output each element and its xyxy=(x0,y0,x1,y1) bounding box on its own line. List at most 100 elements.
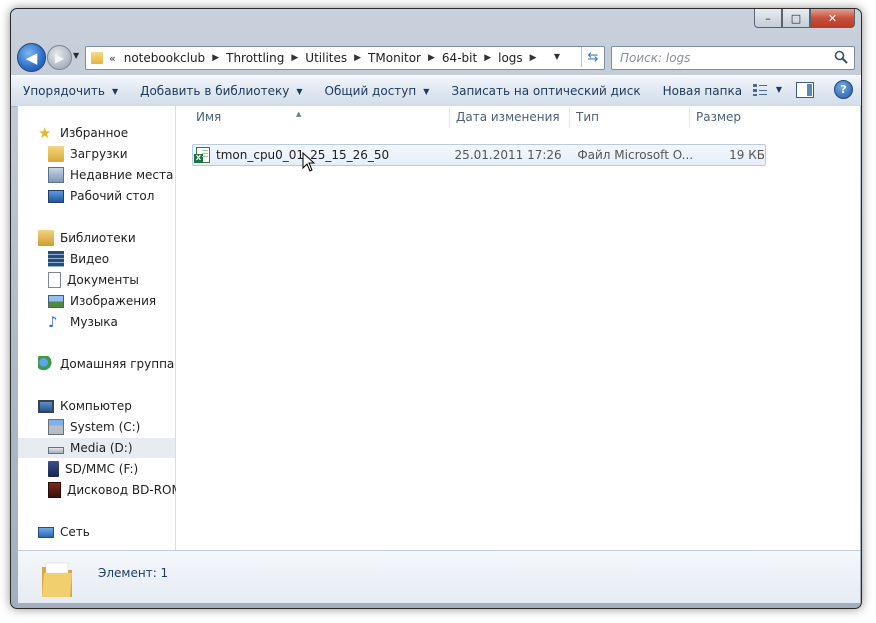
sidebar-item-label: Дисковод BD-ROM xyxy=(67,483,182,497)
sidebar-item-label: System (C:) xyxy=(70,420,141,434)
drive-c-icon xyxy=(48,419,64,435)
share-button[interactable]: Общий доступ ▼ xyxy=(325,84,430,98)
minimize-button[interactable]: – xyxy=(754,9,782,28)
search-input[interactable]: Поиск: logs xyxy=(611,46,855,70)
libraries-icon xyxy=(38,230,54,246)
sidebar-item-libraries[interactable]: Библиотеки xyxy=(38,228,195,248)
details-pane: Элемент: 1 xyxy=(18,550,860,603)
file-row[interactable]: tmon_cpu0_01_25_15_26_50 25.01.2011 17:2… xyxy=(192,144,766,166)
breadcrumb-item[interactable]: Utilites xyxy=(305,51,347,65)
view-dropdown-icon[interactable]: ▼ xyxy=(776,85,782,94)
close-button[interactable]: ✕ xyxy=(810,9,855,28)
folder-icon xyxy=(91,52,103,64)
file-name-cell: tmon_cpu0_01_25_15_26_50 xyxy=(193,145,452,165)
breadcrumb-chevron-icon[interactable]: ▶ xyxy=(484,53,491,63)
preview-pane-icon[interactable] xyxy=(796,81,814,98)
file-size: 19 КБ xyxy=(729,148,765,162)
back-button[interactable]: ◀ xyxy=(17,43,46,72)
column-header-date[interactable]: Дата изменения xyxy=(450,106,570,128)
address-dropdown-icon[interactable]: ▼ xyxy=(554,52,560,61)
sidebar-item-label: Компьютер xyxy=(60,399,132,413)
new-folder-button[interactable]: Новая папка xyxy=(663,84,742,98)
sidebar-item-label: Загрузки xyxy=(70,147,128,161)
sidebar-item-label: SD/MMC (F:) xyxy=(65,462,139,476)
sidebar-item-label: Библиотеки xyxy=(60,231,136,245)
column-header-label: Дата изменения xyxy=(456,110,560,124)
breadcrumb-chevron-icon[interactable]: ▶ xyxy=(291,53,298,63)
column-header-label: Размер xyxy=(696,110,742,124)
sidebar-item-label: Сеть xyxy=(60,525,90,539)
column-header-type[interactable]: Тип xyxy=(570,106,690,128)
column-header-label: Имя xyxy=(196,110,222,124)
navigation-pane: ★ Избранное Загрузки Недавние места Рабо… xyxy=(18,106,182,550)
view-controls: ▼ ? xyxy=(752,80,853,99)
search-icon[interactable] xyxy=(834,50,848,64)
downloads-icon xyxy=(48,146,64,162)
sidebar-item-label: Media (D:) xyxy=(70,441,133,455)
caption-buttons: – □ ✕ xyxy=(754,9,855,29)
documents-icon xyxy=(48,272,61,288)
music-icon: ♪ xyxy=(48,313,58,331)
explorer-window: – □ ✕ ◀ ▶ ▼ « notebookclub ▶ Throttling ▶ … xyxy=(10,8,862,609)
dropdown-arrow-icon: ▼ xyxy=(296,86,303,96)
video-icon xyxy=(48,251,64,267)
file-list: ▲ Имя Дата изменения Тип Размер tmon_cpu… xyxy=(176,106,860,550)
organize-label: Упорядочить xyxy=(23,84,105,98)
share-label: Общий доступ xyxy=(324,84,417,98)
sort-ascending-icon: ▲ xyxy=(296,110,302,118)
dropdown-arrow-icon: ▼ xyxy=(423,86,430,96)
column-header-name[interactable]: ▲ Имя xyxy=(176,106,450,128)
sidebar-item-label: Домашняя группа xyxy=(60,357,175,371)
folder-icon xyxy=(42,562,72,597)
add-to-library-label: Добавить в библиотеку xyxy=(140,84,290,98)
computer-icon xyxy=(38,399,54,413)
star-icon: ★ xyxy=(38,124,52,142)
breadcrumb-chevron-icon[interactable]: ▶ xyxy=(428,53,435,63)
sidebar-item-drive-d[interactable]: Media (D:) xyxy=(18,438,175,458)
command-bar: Упорядочить ▼ Добавить в библиотеку ▼ Общи… xyxy=(11,75,861,107)
sidebar-item-label: Рабочий стол xyxy=(70,189,155,203)
burn-button[interactable]: Записать на оптический диск xyxy=(451,84,640,98)
breadcrumb-item[interactable]: 64-bit xyxy=(442,51,477,65)
sidebar-item-label: Изображения xyxy=(70,294,157,308)
forward-button[interactable]: ▶ xyxy=(47,45,72,70)
recent-places-icon xyxy=(48,167,64,183)
add-to-library-button[interactable]: Добавить в библиотеку ▼ xyxy=(140,84,302,98)
sidebar-item-network[interactable]: Сеть xyxy=(38,522,195,542)
sidebar-item-label: Документы xyxy=(67,273,139,287)
address-bar[interactable]: « notebookclub ▶ Throttling ▶ Utilites ▶ TM… xyxy=(85,46,605,70)
dropdown-arrow-icon: ▼ xyxy=(111,86,119,96)
help-icon[interactable]: ? xyxy=(834,80,853,99)
refresh-icon[interactable]: ⇆ xyxy=(581,47,604,67)
search-placeholder: Поиск: logs xyxy=(620,51,691,65)
breadcrumb-chevron-icon[interactable]: ▶ xyxy=(354,53,361,63)
sidebar-item-label: Недавние места xyxy=(70,168,174,182)
breadcrumb-item[interactable]: notebookclub xyxy=(124,51,205,65)
view-options-icon[interactable] xyxy=(752,83,768,97)
sidebar-item-computer[interactable]: Компьютер xyxy=(38,396,195,416)
organize-button[interactable]: Упорядочить ▼ xyxy=(23,84,118,98)
pictures-icon xyxy=(48,294,64,308)
column-header-size[interactable]: Размер xyxy=(690,106,860,128)
item-count: Элемент: 1 xyxy=(98,566,169,580)
mouse-cursor-icon xyxy=(302,152,316,172)
breadcrumb-chevron-icon[interactable]: ▶ xyxy=(212,53,219,63)
breadcrumb-item[interactable]: logs xyxy=(498,51,523,65)
sidebar-item-label: Музыка xyxy=(70,315,118,329)
breadcrumb-item[interactable]: TMonitor xyxy=(368,51,421,65)
file-date: 25.01.2011 17:26 xyxy=(454,148,562,162)
sidebar-item-homegroup[interactable]: Домашняя группа xyxy=(38,354,195,374)
breadcrumb-item[interactable]: Throttling xyxy=(226,51,284,65)
column-header-label: Тип xyxy=(576,110,599,124)
breadcrumb: notebookclub ▶ Throttling ▶ Utilites ▶ TMon… xyxy=(124,51,544,65)
bd-rom-icon xyxy=(48,482,61,498)
sidebar-item-favorites[interactable]: ★ Избранное xyxy=(38,123,195,143)
sidebar-item-label: Видео xyxy=(70,252,110,266)
maximize-button[interactable]: □ xyxy=(782,9,810,28)
breadcrumb-chevron-icon[interactable]: ▶ xyxy=(530,53,537,63)
new-folder-label: Новая папка xyxy=(662,84,743,98)
breadcrumb-overflow[interactable]: « xyxy=(109,52,116,65)
navigation-bar: ◀ ▶ ▼ « notebookclub ▶ Throttling ▶ Utilit… xyxy=(17,43,855,72)
recent-pages-dropdown-icon[interactable]: ▼ xyxy=(73,51,79,60)
desktop-icon xyxy=(48,189,64,203)
